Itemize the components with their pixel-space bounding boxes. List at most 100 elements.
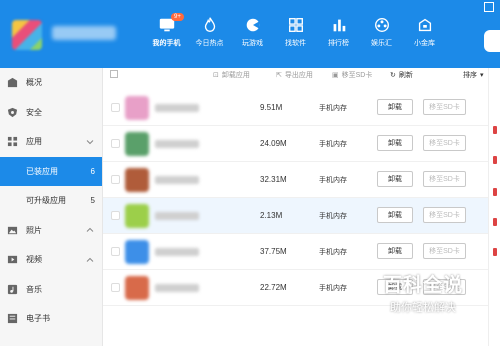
toolbar-label: 刷新 <box>398 72 413 79</box>
uninstall-button[interactable]: 卸载 <box>377 99 413 115</box>
app-size: 22.72M <box>260 283 287 292</box>
marker-icon <box>493 126 497 134</box>
marker-icon <box>493 248 497 256</box>
app-icon <box>125 204 149 228</box>
move-to-sd-button[interactable]: 移至SD卡 <box>423 243 466 259</box>
nav-ranking[interactable]: 排行榜 <box>317 16 360 60</box>
sidebar-item-label: 安全 <box>26 107 42 117</box>
move-to-sd-button[interactable]: ▣ 移至SD卡 <box>332 70 372 80</box>
app-name <box>155 140 199 148</box>
sidebar-item-upgradable-apps[interactable]: 可升级应用 5 <box>0 186 102 216</box>
nav-label: 玩游戏 <box>242 40 263 47</box>
table-row[interactable]: 24.09M 手机内存 卸载 移至SD卡 <box>103 126 500 162</box>
uninstall-button[interactable]: 卸载 <box>377 207 413 223</box>
table-row[interactable]: 32.31M 手机内存 卸载 移至SD卡 <box>103 162 500 198</box>
nav-software[interactable]: 找软件 <box>274 16 317 60</box>
apps-icon <box>7 137 18 147</box>
row-checkbox[interactable] <box>111 247 120 256</box>
table-row[interactable]: 9.51M 手机内存 卸载 移至SD卡 <box>103 90 500 126</box>
chevron-up-icon <box>86 257 94 262</box>
move-to-sd-button[interactable]: 移至SD卡 <box>423 171 466 187</box>
refresh-icon: ↻ <box>390 72 396 79</box>
marker-icon <box>493 156 497 164</box>
main-nav: 9+ 我的手机 今日热点 玩游戏 找软件 排行榜 娱乐汇 小金库 <box>145 13 446 60</box>
row-checkbox[interactable] <box>111 103 120 112</box>
film-reel-icon <box>374 18 389 32</box>
nav-games[interactable]: 玩游戏 <box>231 16 274 60</box>
app-name <box>155 212 199 220</box>
app-size: 37.75M <box>260 247 287 256</box>
app-name <box>155 176 199 184</box>
nav-label: 找软件 <box>285 40 306 47</box>
video-icon <box>7 256 18 264</box>
app-icon <box>125 276 149 300</box>
app-location: 手机内存 <box>319 177 347 184</box>
uninstall-apps-button[interactable]: ⊡ 卸载应用 <box>213 70 250 80</box>
export-apps-button[interactable]: ⇱ 导出应用 <box>276 70 313 80</box>
trash-icon: ⊡ <box>213 72 219 79</box>
sidebar-item-videos[interactable]: 视频 <box>0 245 102 275</box>
app-size: 32.31M <box>260 175 287 184</box>
row-checkbox[interactable] <box>111 139 120 148</box>
ranking-icon <box>333 19 345 32</box>
wallet-icon <box>418 18 431 32</box>
app-icon <box>125 240 149 264</box>
sidebar-item-installed-apps[interactable]: 已装应用 6 <box>0 156 102 186</box>
right-scroll-strip[interactable] <box>488 68 500 346</box>
window-controls <box>482 0 500 68</box>
nav-label: 小金库 <box>414 40 435 47</box>
sidebar-item-label: 已装应用 <box>26 166 58 176</box>
row-checkbox[interactable] <box>111 283 120 292</box>
app-location: 手机内存 <box>319 285 347 292</box>
nav-label: 娱乐汇 <box>371 40 392 47</box>
nav-entertainment[interactable]: 娱乐汇 <box>360 16 403 60</box>
uninstall-button[interactable]: 卸载 <box>377 171 413 187</box>
move-to-sd-button[interactable]: 移至SD卡 <box>423 99 466 115</box>
app-size: 9.51M <box>260 103 283 112</box>
select-all[interactable] <box>110 70 122 78</box>
uninstall-button[interactable]: 卸载 <box>377 135 413 151</box>
chevron-down-icon <box>86 139 94 144</box>
refresh-button[interactable]: ↻ 刷新 <box>390 70 413 80</box>
sidebar-item-label: 照片 <box>26 225 42 235</box>
sidebar-item-security[interactable]: 安全 <box>0 98 102 128</box>
nav-label: 我的手机 <box>152 40 181 47</box>
sidebar-item-label: 应用 <box>26 137 42 147</box>
row-checkbox[interactable] <box>111 211 120 220</box>
nav-my-phone[interactable]: 9+ 我的手机 <box>145 13 188 60</box>
app-size: 2.13M <box>260 211 283 220</box>
uninstall-button[interactable]: 卸载 <box>377 243 413 259</box>
toolbar-label: 移至SD卡 <box>341 72 373 79</box>
sidebar-item-label: 视频 <box>26 255 42 265</box>
move-to-sd-button[interactable]: 移至SD卡 <box>423 207 466 223</box>
sidebar-item-label: 可升级应用 <box>26 196 66 206</box>
sidebar-item-count: 5 <box>90 196 95 206</box>
nav-label: 今日热点 <box>195 40 224 47</box>
minimize-icon[interactable] <box>484 2 494 12</box>
sidebar-item-photos[interactable]: 照片 <box>0 216 102 246</box>
sidebar-item-label: 概况 <box>26 78 42 88</box>
phone-name <box>52 26 116 40</box>
nav-label: 排行榜 <box>328 40 349 47</box>
export-icon: ⇱ <box>276 72 282 79</box>
phone-avatar[interactable] <box>12 20 42 50</box>
app-location: 手机内存 <box>319 213 347 220</box>
toolbar-label: 卸载应用 <box>221 72 250 79</box>
nav-wallet[interactable]: 小金库 <box>403 16 446 60</box>
nav-today-hot[interactable]: 今日热点 <box>188 16 231 60</box>
app-icon <box>125 168 149 192</box>
row-checkbox[interactable] <box>111 175 120 184</box>
table-row[interactable]: 37.75M 手机内存 卸载 移至SD卡 <box>103 234 500 270</box>
connect-tab[interactable] <box>484 30 500 52</box>
sidebar-item-ebooks[interactable]: 电子书 <box>0 304 102 334</box>
table-row[interactable]: 2.13M 手机内存 卸载 移至SD卡 <box>103 198 500 234</box>
shield-icon <box>7 107 18 117</box>
app-name <box>155 248 199 256</box>
select-all-checkbox[interactable] <box>110 70 118 78</box>
sidebar-item-overview[interactable]: 概况 <box>0 68 102 98</box>
toolbar: ⊡ 卸载应用 ⇱ 导出应用 ▣ 移至SD卡 ↻ 刷新 排序 ▾ 复 <box>103 68 500 82</box>
sidebar-item-music[interactable]: 音乐 <box>0 275 102 305</box>
sidebar-item-apps[interactable]: 应用 <box>0 127 102 157</box>
sidebar: 概况 安全 应用 已装应用 6 可升级应用 5 照片 视频 音乐 电子书 <box>0 68 103 346</box>
move-to-sd-button[interactable]: 移至SD卡 <box>423 135 466 151</box>
